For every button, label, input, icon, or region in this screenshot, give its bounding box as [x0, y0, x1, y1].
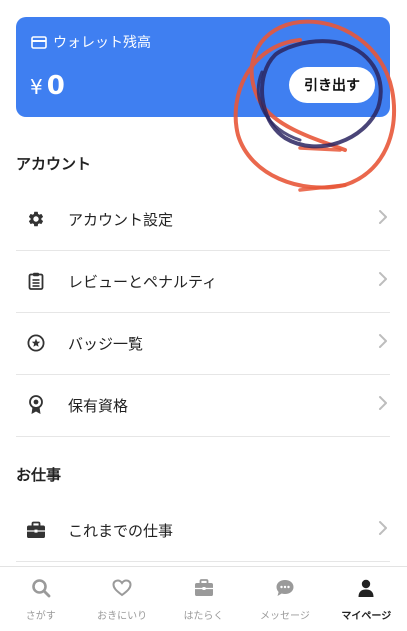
- tab-label: さがす: [25, 611, 56, 622]
- chat-bubble-icon: [275, 578, 295, 602]
- award-ribbon-icon: [24, 395, 48, 415]
- menu-item-label: 保有資格: [68, 396, 129, 415]
- tab-label: メッセージ: [260, 611, 310, 622]
- search-icon: [31, 578, 51, 602]
- chevron-right-icon: [378, 520, 388, 540]
- briefcase-icon: [194, 578, 214, 602]
- gear-icon: [24, 210, 48, 228]
- balance-amount: 0: [46, 71, 65, 101]
- briefcase-icon: [24, 521, 48, 539]
- menu-item-reviews-penalties[interactable]: レビューとペナルティ: [16, 250, 390, 313]
- tab-work[interactable]: はたらく: [163, 567, 244, 631]
- wallet-balance: ¥ 0: [30, 71, 65, 101]
- person-icon: [356, 578, 376, 602]
- withdraw-button[interactable]: 引き出す: [289, 67, 375, 103]
- tab-my-page[interactable]: マイページ: [326, 567, 407, 631]
- menu-item-qualifications[interactable]: 保有資格: [16, 374, 390, 437]
- menu-item-badge-list[interactable]: バッジ一覧: [16, 312, 390, 375]
- chevron-right-icon: [378, 333, 388, 353]
- wallet-card: ウォレット残高 ¥ 0 引き出す: [16, 17, 390, 117]
- menu-item-label: バッジ一覧: [68, 334, 144, 353]
- currency-symbol: ¥: [30, 75, 43, 99]
- wallet-label: ウォレット残高: [53, 35, 151, 51]
- tab-label: はたらく: [183, 611, 224, 622]
- section-title-account: アカウント: [16, 155, 92, 173]
- tab-label: おきにいり: [97, 611, 148, 622]
- tab-search[interactable]: さがす: [0, 567, 81, 631]
- menu-item-past-jobs[interactable]: これまでの仕事: [16, 499, 390, 562]
- chevron-right-icon: [378, 395, 388, 415]
- chevron-right-icon: [378, 271, 388, 291]
- bottom-tab-bar: さがす おきにいり はたらく メッセージ マイページ: [0, 566, 407, 631]
- star-badge-icon: [24, 334, 48, 352]
- chevron-right-icon: [378, 209, 388, 229]
- heart-icon: [112, 578, 132, 602]
- menu-item-label: これまでの仕事: [68, 521, 174, 540]
- wallet-label-row: ウォレット残高: [31, 32, 151, 52]
- clipboard-icon: [24, 272, 48, 290]
- tab-messages[interactable]: メッセージ: [244, 567, 325, 631]
- menu-item-label: レビューとペナルティ: [68, 272, 218, 291]
- wallet-card-icon: [31, 35, 47, 49]
- menu-item-label: アカウント設定: [68, 210, 174, 229]
- section-title-work: お仕事: [16, 466, 62, 484]
- tab-label: マイページ: [341, 611, 392, 622]
- menu-item-account-settings[interactable]: アカウント設定: [16, 188, 390, 251]
- tab-favorites[interactable]: おきにいり: [81, 567, 162, 631]
